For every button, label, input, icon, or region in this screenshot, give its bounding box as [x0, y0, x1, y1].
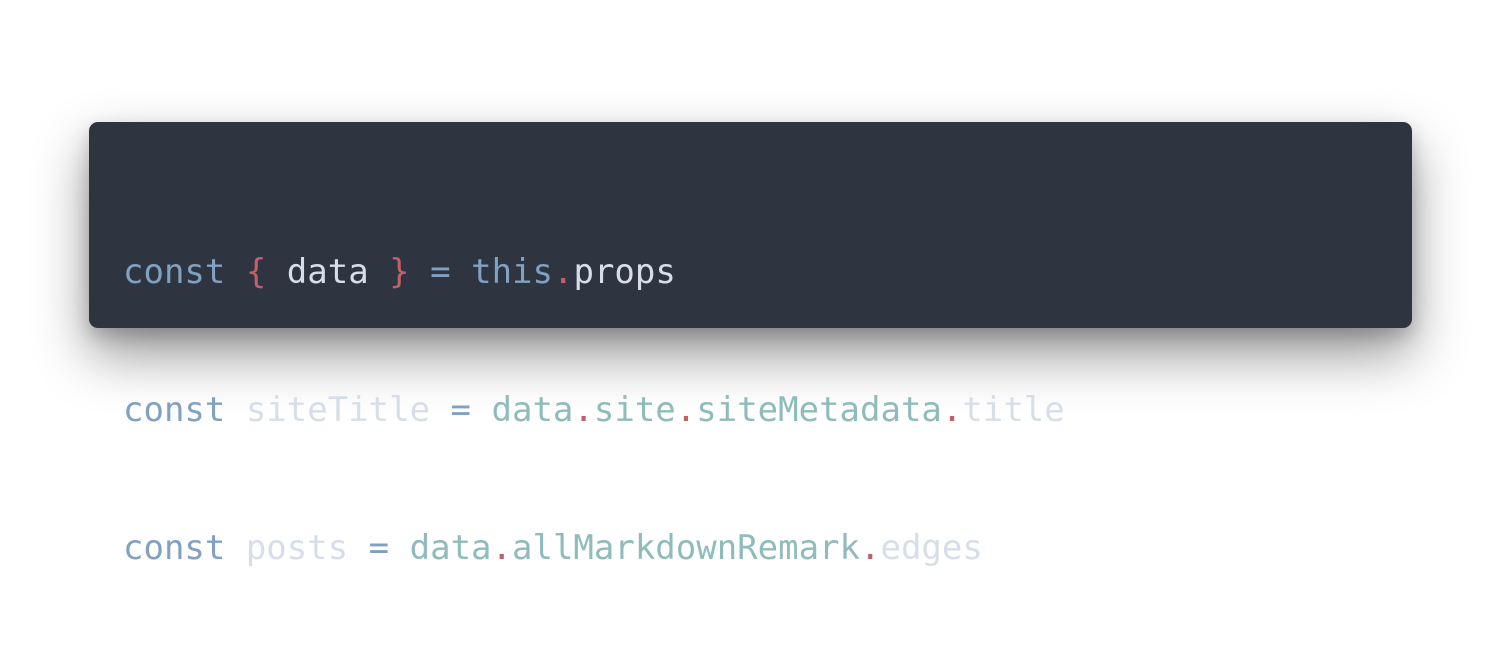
operator-token: = — [368, 528, 390, 568]
code-line-3: const posts = data.allMarkdownRemark.edg… — [123, 525, 1412, 571]
brace-token: { — [245, 252, 267, 292]
operator-token: = — [430, 252, 451, 292]
dot-token: . — [860, 528, 881, 568]
property-token: data — [409, 528, 492, 568]
keyword-token: this — [471, 252, 553, 292]
keyword-token: const — [123, 252, 226, 292]
code-line-2: const siteTitle = data.site.siteMetadata… — [123, 387, 1412, 433]
code-block: const { data } = this.props const siteTi… — [123, 157, 1412, 663]
code-snippet-card: const { data } = this.props const siteTi… — [89, 122, 1412, 568]
keyword-token: const — [123, 528, 226, 568]
dot-token: . — [941, 390, 963, 430]
property-token: siteMetadata — [696, 390, 942, 430]
code-line-1: const { data } = this.props — [123, 249, 1412, 295]
dot-token: . — [552, 252, 574, 292]
property-token: data — [491, 390, 574, 430]
keyword-token: const — [123, 390, 226, 430]
identifier-token: title — [962, 390, 1065, 430]
operator-token: = — [450, 390, 472, 430]
brace-token: } — [389, 252, 410, 292]
identifier-token: siteTitle — [225, 390, 451, 430]
identifier-token: data — [266, 252, 390, 292]
property-token: allMarkdownRemark — [512, 528, 860, 568]
identifier-token: props — [573, 252, 676, 292]
property-token: site — [593, 390, 676, 430]
dot-token: . — [491, 528, 512, 568]
dot-token: . — [573, 390, 594, 430]
identifier-token: posts — [225, 528, 369, 568]
identifier-token: edges — [880, 528, 983, 568]
dot-token: . — [675, 390, 697, 430]
